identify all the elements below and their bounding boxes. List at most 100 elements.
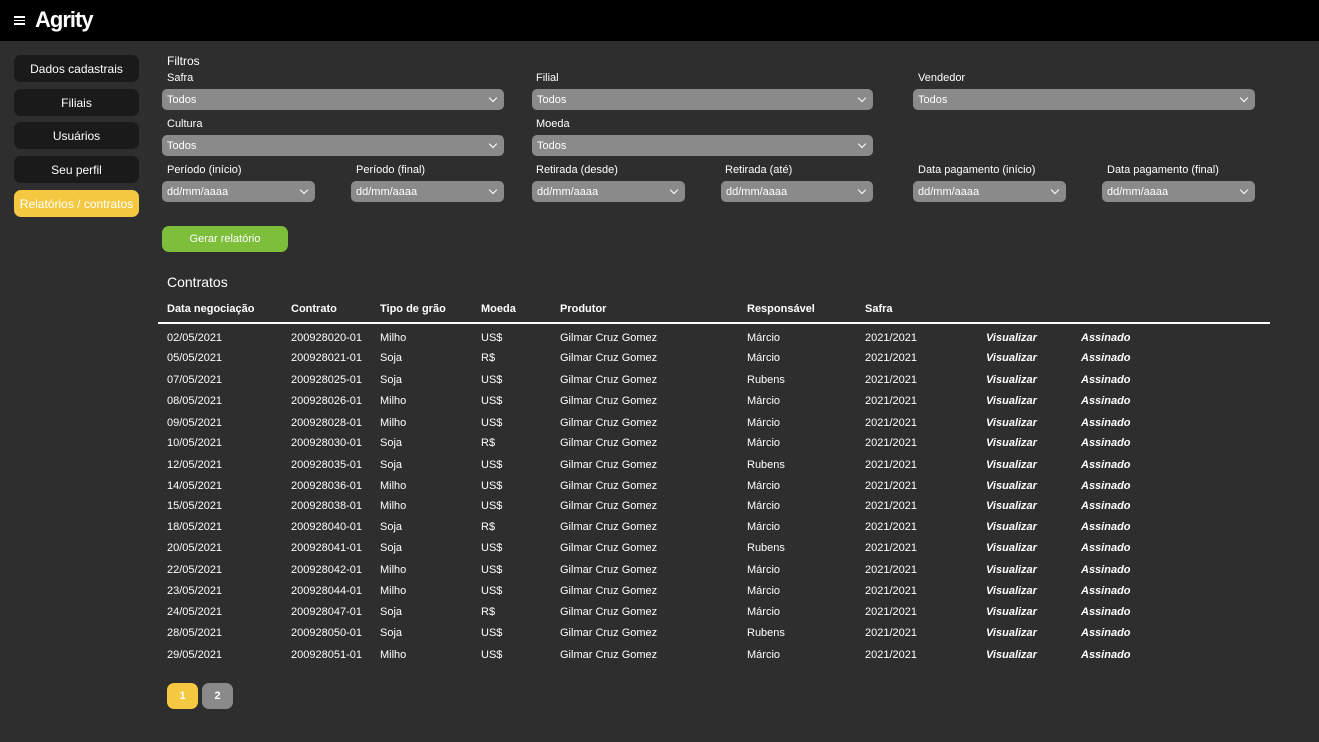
view-link[interactable]: Visualizar — [986, 585, 1037, 597]
page-button-2[interactable]: 2 — [202, 683, 233, 709]
table-cell: Rubens — [747, 374, 785, 386]
table-cell: 2021/2021 — [865, 542, 917, 554]
table-cell: 200928040-01 — [291, 521, 362, 533]
column-header: Produtor — [560, 303, 607, 315]
table-cell: R$ — [481, 521, 496, 533]
view-link[interactable]: Visualizar — [986, 649, 1037, 661]
sidebar-item-3[interactable]: Seu perfil — [14, 156, 139, 183]
retirada-ate-field[interactable]: dd/mm/aaaa — [721, 181, 873, 202]
retirada-desde-value: dd/mm/aaaa — [537, 185, 599, 198]
view-link[interactable]: Visualizar — [986, 521, 1037, 533]
view-link[interactable]: Visualizar — [986, 542, 1037, 554]
table-cell: Márcio — [747, 500, 781, 512]
safra-value: Todos — [167, 93, 197, 106]
filial-select[interactable]: Todos — [532, 89, 873, 110]
signed-status[interactable]: Assinado — [1081, 542, 1131, 554]
table-cell: 12/05/2021 — [167, 459, 223, 471]
sidebar-item-4[interactable]: Relatórios / contratos — [14, 190, 139, 217]
signed-status[interactable]: Assinado — [1081, 437, 1131, 449]
periodo-final-field[interactable]: dd/mm/aaaa — [351, 181, 504, 202]
table-cell: 200928047-01 — [291, 606, 362, 618]
sidebar-item-2[interactable]: Usuários — [14, 122, 139, 149]
view-link[interactable]: Visualizar — [986, 437, 1037, 449]
table-cell: 2021/2021 — [865, 500, 917, 512]
table-cell: Milho — [380, 480, 407, 492]
column-header: Moeda — [481, 303, 516, 315]
table-cell: Gilmar Cruz Gomez — [560, 459, 658, 471]
sidebar-item-1[interactable]: Filiais — [14, 89, 139, 116]
table-cell: Milho — [380, 649, 407, 661]
view-link[interactable]: Visualizar — [986, 480, 1037, 492]
table-row: 29/05/2021 200928051-01 Milho US$ Gilmar Cru… — [0, 649, 1319, 670]
table-cell: 29/05/2021 — [167, 649, 223, 661]
hamburger-menu-icon[interactable] — [14, 16, 25, 25]
cultura-select[interactable]: Todos — [162, 135, 504, 156]
signed-status[interactable]: Assinado — [1081, 332, 1131, 344]
vendedor-select[interactable]: Todos — [913, 89, 1255, 110]
table-cell: Soja — [380, 606, 403, 618]
table-cell: Márcio — [747, 395, 781, 407]
table-cell: 2021/2021 — [865, 627, 917, 639]
view-link[interactable]: Visualizar — [986, 417, 1037, 429]
table-cell: Márcio — [747, 606, 781, 618]
signed-status[interactable]: Assinado — [1081, 564, 1131, 576]
signed-status[interactable]: Assinado — [1081, 627, 1131, 639]
signed-status[interactable]: Assinado — [1081, 521, 1131, 533]
table-cell: Gilmar Cruz Gomez — [560, 374, 658, 386]
pagamento-final-value: dd/mm/aaaa — [1107, 185, 1169, 198]
table-row: 12/05/2021 200928035-01 Soja US$ Gilmar Cruz… — [0, 459, 1319, 480]
view-link[interactable]: Visualizar — [986, 352, 1037, 364]
table-cell: R$ — [481, 437, 496, 449]
signed-status[interactable]: Assinado — [1081, 374, 1131, 386]
table-cell: 200928050-01 — [291, 627, 362, 639]
signed-status[interactable]: Assinado — [1081, 585, 1131, 597]
retirada-ate-label: Retirada (até) — [725, 164, 793, 176]
signed-status[interactable]: Assinado — [1081, 352, 1131, 364]
table-cell: Márcio — [747, 585, 781, 597]
retirada-desde-field[interactable]: dd/mm/aaaa — [532, 181, 685, 202]
view-link[interactable]: Visualizar — [986, 374, 1037, 386]
table-cell: 200928036-01 — [291, 480, 362, 492]
signed-status[interactable]: Assinado — [1081, 417, 1131, 429]
table-cell: Márcio — [747, 332, 781, 344]
safra-select[interactable]: Todos — [162, 89, 504, 110]
table-cell: Márcio — [747, 417, 781, 429]
table-cell: 200928042-01 — [291, 564, 362, 576]
view-link[interactable]: Visualizar — [986, 627, 1037, 639]
generate-report-button[interactable]: Gerar relatório — [162, 226, 288, 252]
pagamento-final-field[interactable]: dd/mm/aaaa — [1102, 181, 1255, 202]
signed-status[interactable]: Assinado — [1081, 500, 1131, 512]
moeda-select[interactable]: Todos — [532, 135, 873, 156]
table-row: 23/05/2021 200928044-01 Milho US$ Gilmar Cru… — [0, 585, 1319, 606]
view-link[interactable]: Visualizar — [986, 332, 1037, 344]
table-cell: 2021/2021 — [865, 480, 917, 492]
page-button-1[interactable]: 1 — [167, 683, 198, 709]
pagamento-final-label: Data pagamento (final) — [1107, 164, 1219, 176]
table-row: 18/05/2021 200928040-01 Soja R$ Gilmar Cruz … — [0, 521, 1319, 542]
view-link[interactable]: Visualizar — [986, 500, 1037, 512]
sidebar-item-0[interactable]: Dados cadastrais — [14, 55, 139, 82]
table-cell: 200928020-01 — [291, 332, 362, 344]
table-cell: Márcio — [747, 649, 781, 661]
signed-status[interactable]: Assinado — [1081, 649, 1131, 661]
signed-status[interactable]: Assinado — [1081, 606, 1131, 618]
table-cell: Soja — [380, 542, 403, 554]
pagamento-inicio-field[interactable]: dd/mm/aaaa — [913, 181, 1066, 202]
table-cell: 2021/2021 — [865, 437, 917, 449]
table-cell: US$ — [481, 459, 503, 471]
view-link[interactable]: Visualizar — [986, 564, 1037, 576]
signed-status[interactable]: Assinado — [1081, 395, 1131, 407]
chevron-down-icon — [669, 185, 679, 195]
chevron-down-icon — [857, 185, 867, 195]
table-cell: Soja — [380, 521, 403, 533]
table-cell: Márcio — [747, 480, 781, 492]
view-link[interactable]: Visualizar — [986, 395, 1037, 407]
signed-status[interactable]: Assinado — [1081, 459, 1131, 471]
periodo-inicio-field[interactable]: dd/mm/aaaa — [162, 181, 315, 202]
table-cell: 200928041-01 — [291, 542, 362, 554]
view-link[interactable]: Visualizar — [986, 459, 1037, 471]
view-link[interactable]: Visualizar — [986, 606, 1037, 618]
table-row: 24/05/2021 200928047-01 Soja R$ Gilmar Cruz … — [0, 606, 1319, 627]
table-cell: 14/05/2021 — [167, 480, 223, 492]
signed-status[interactable]: Assinado — [1081, 480, 1131, 492]
